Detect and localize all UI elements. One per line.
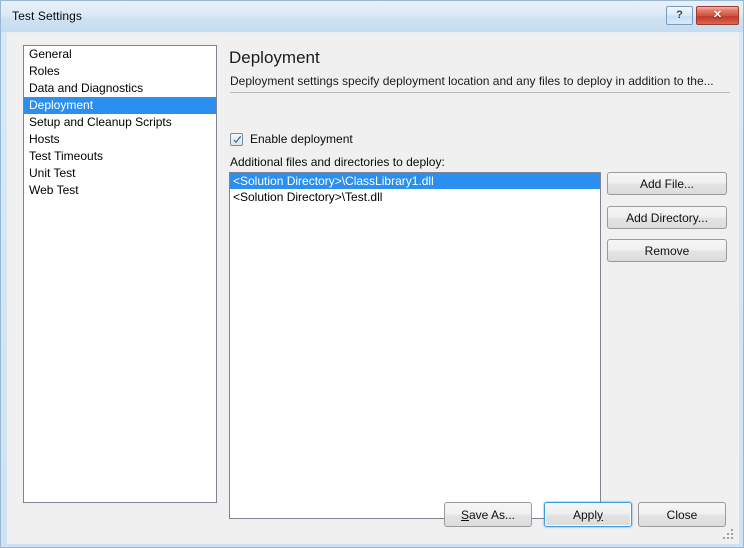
caption-button-group: ? ✕ bbox=[666, 6, 739, 25]
window-title: Test Settings bbox=[12, 9, 83, 23]
sidebar-item-unit-test[interactable]: Unit Test bbox=[24, 165, 216, 182]
page-title: Deployment bbox=[229, 48, 320, 67]
save-as-button[interactable]: Save As... bbox=[444, 502, 532, 527]
close-icon[interactable]: ✕ bbox=[696, 6, 739, 25]
sidebar-item-deployment[interactable]: Deployment bbox=[24, 97, 216, 114]
help-button[interactable]: ? bbox=[666, 6, 693, 25]
header-divider bbox=[230, 92, 730, 93]
sidebar-item-roles[interactable]: Roles bbox=[24, 63, 216, 80]
sidebar-item-hosts[interactable]: Hosts bbox=[24, 131, 216, 148]
additional-files-label: Additional files and directories to depl… bbox=[230, 155, 445, 169]
resize-grip-icon[interactable] bbox=[722, 528, 735, 541]
remove-button[interactable]: Remove bbox=[607, 239, 727, 262]
deployment-files-list[interactable]: <Solution Directory>\ClassLibrary1.dll <… bbox=[229, 172, 601, 519]
list-item[interactable]: <Solution Directory>\Test.dll bbox=[230, 189, 600, 205]
save-as-suffix: ave As... bbox=[468, 507, 516, 522]
checkmark-icon bbox=[230, 132, 243, 146]
enable-deployment-checkbox[interactable]: Enable deployment bbox=[230, 132, 353, 146]
add-directory-button[interactable]: Add Directory... bbox=[607, 206, 727, 229]
sidebar-item-test-timeouts[interactable]: Test Timeouts bbox=[24, 148, 216, 165]
save-as-accelerator: S bbox=[460, 507, 469, 522]
sidebar-item-general[interactable]: General bbox=[24, 46, 216, 63]
add-file-button[interactable]: Add File... bbox=[607, 172, 727, 195]
apply-prefix: Appl bbox=[572, 507, 598, 522]
list-item[interactable]: <Solution Directory>\ClassLibrary1.dll bbox=[230, 173, 600, 189]
sidebar-item-setup-and-cleanup-scripts[interactable]: Setup and Cleanup Scripts bbox=[24, 114, 216, 131]
title-bar: Test Settings ? ✕ bbox=[1, 1, 743, 32]
page-description: Deployment settings specify deployment l… bbox=[230, 74, 714, 88]
close-button[interactable]: Close bbox=[638, 502, 726, 527]
category-list[interactable]: General Roles Data and Diagnostics Deplo… bbox=[23, 45, 217, 503]
sidebar-item-web-test[interactable]: Web Test bbox=[24, 182, 216, 199]
enable-deployment-label: Enable deployment bbox=[250, 132, 353, 146]
dialog-client-area: General Roles Data and Diagnostics Deplo… bbox=[7, 32, 739, 544]
sidebar-item-data-and-diagnostics[interactable]: Data and Diagnostics bbox=[24, 80, 216, 97]
apply-button[interactable]: Appl y bbox=[544, 502, 632, 527]
test-settings-window: Test Settings ? ✕ General Roles Data and… bbox=[0, 0, 744, 548]
apply-accelerator: y bbox=[597, 507, 604, 522]
